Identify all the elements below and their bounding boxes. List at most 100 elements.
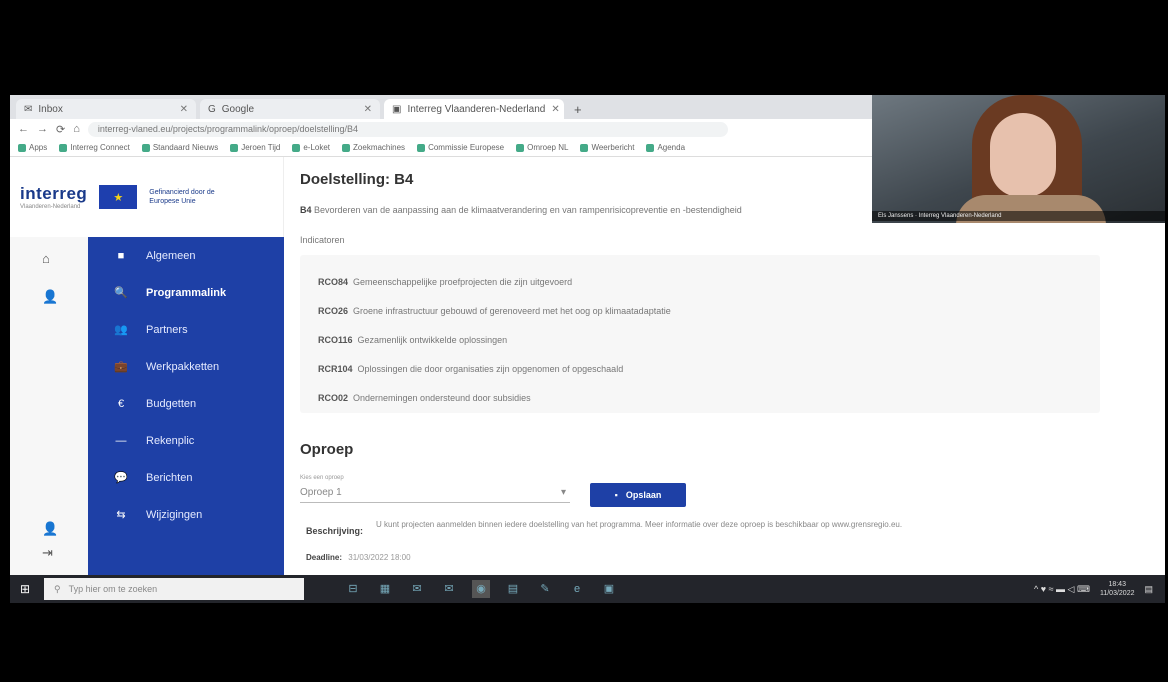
bookmark-icon	[230, 143, 239, 152]
outlook-icon[interactable]: ✉	[440, 580, 458, 598]
tab-label: Interreg Vlaanderen-Nederland	[407, 103, 546, 115]
indicator-code: RCO84	[318, 276, 349, 287]
nav-item-label: Budgetten	[146, 397, 197, 410]
message-icon: 💬	[114, 472, 128, 484]
euro-icon: €	[117, 397, 125, 410]
bookmark-item[interactable]: Standaard Nieuws	[141, 143, 218, 152]
browser-tab-active[interactable]: ▣ Interreg Vlaanderen-Nederland ✕	[384, 99, 564, 119]
call-select[interactable]: Oproep 1 ▾	[300, 483, 570, 503]
indicator-code: RCO26	[318, 305, 349, 316]
bookmark-item[interactable]: Commissie Europese	[417, 143, 504, 152]
home-icon[interactable]: ⌂	[73, 123, 80, 135]
excel-icon[interactable]: ▤	[504, 580, 522, 598]
back-icon[interactable]: ←	[18, 123, 29, 135]
bookmark-item[interactable]: Omroep NL	[516, 143, 568, 152]
browser-tab[interactable]: G Google ✕	[200, 99, 380, 119]
bookmark-icon	[59, 143, 68, 152]
section-title-oproep: Oproep	[300, 441, 354, 458]
nav-item-algemeen[interactable]: ■ Algemeen	[88, 237, 284, 274]
logo-area: interreg Vlaanderen-Nederland ★ Gefinanc…	[10, 157, 284, 237]
logo-word: interreg	[20, 184, 88, 203]
folder-icon: ■	[117, 249, 125, 262]
tray-icons[interactable]: ^ ♥ ≈ ▬ ◁ ⌨	[1034, 584, 1090, 595]
call-select-label: Kies een oproep	[300, 475, 344, 481]
bookmark-icon	[580, 143, 589, 152]
taskbar-search[interactable]: ⚲ Typ hier om te zoeken	[44, 578, 304, 600]
edge-icon[interactable]: e	[568, 580, 586, 598]
call-select-value: Oproep 1	[300, 487, 342, 498]
close-icon[interactable]: ✕	[551, 104, 559, 115]
nav-item-label: Programmalink	[146, 286, 227, 299]
list-item: RCO84 Gemeenschappelijke proefprojecten …	[318, 267, 1082, 296]
clock[interactable]: 18:43 11/03/2022	[1100, 580, 1135, 598]
eu-flag-icon: ★	[99, 185, 138, 209]
task-view-icon[interactable]: ⊟	[344, 580, 362, 598]
nav-item-wijzigingen[interactable]: ⇆ Wijzigingen	[88, 496, 284, 533]
users-icon[interactable]: 👤	[42, 289, 58, 305]
bookmark-item[interactable]: Interreg Connect	[59, 143, 130, 152]
bookmark-item[interactable]: e-Loket	[292, 143, 330, 152]
swap-icon: ⇆	[116, 509, 126, 521]
forward-icon[interactable]: →	[37, 123, 48, 135]
nav-item-label: Berichten	[146, 471, 193, 484]
mail-icon[interactable]: ✉	[408, 580, 426, 598]
reload-icon[interactable]: ⟳	[56, 123, 65, 136]
save-button-label: Opslaan	[625, 490, 662, 500]
new-tab-button[interactable]: +	[568, 102, 588, 119]
pen-icon[interactable]: ✎	[536, 580, 554, 598]
save-icon: ▪	[614, 490, 618, 500]
indicator-text: Oplossingen die door organisaties zijn o…	[357, 363, 624, 374]
goal-description: B4 Bevorderen van de aanpassing aan de k…	[300, 205, 742, 215]
bookmark-icon	[516, 143, 525, 152]
nav-item-budgetten[interactable]: € Budgetten	[88, 385, 284, 422]
tab-favicon-icon: G	[208, 103, 216, 115]
search-icon: 🔍	[114, 287, 128, 299]
browser-tab[interactable]: ✉ Inbox ✕	[16, 99, 196, 119]
tab-favicon-icon: ▣	[392, 103, 402, 115]
close-icon[interactable]: ✕	[180, 104, 188, 115]
address-bar[interactable]: interreg-vlaned.eu/projects/programmalin…	[87, 121, 728, 137]
nav-item-label: Rekenplic	[146, 434, 195, 447]
nav-item-berichten[interactable]: 💬 Berichten	[88, 459, 284, 496]
bookmark-item[interactable]: Jeroen Tijd	[230, 143, 280, 152]
bookmark-icon	[292, 143, 301, 152]
indicator-text: Ondernemingen ondersteund door subsidies	[353, 392, 531, 403]
windows-start-icon[interactable]: ⊞	[10, 582, 40, 596]
goal-code: B4	[300, 205, 312, 215]
app-icon[interactable]: ▣	[600, 580, 618, 598]
interreg-logo[interactable]: interreg Vlaanderen-Nederland	[20, 184, 87, 210]
nav-item-partners[interactable]: 👥 Partners	[88, 311, 284, 348]
nav-item-label: Algemeen	[146, 249, 196, 262]
nav-item-programmalink[interactable]: 🔍 Programmalink	[88, 274, 284, 311]
clock-date: 11/03/2022	[1099, 590, 1135, 597]
indicator-text: Groene infrastructuur gebouwd of gerenov…	[353, 305, 671, 316]
icon-sidebar: ⌂ 👤 👤 ⇥	[10, 237, 88, 575]
notification-icon[interactable]: ▤	[1144, 584, 1153, 595]
webcam-overlay: Els Janssens · Interreg Vlaanderen-Neder…	[872, 95, 1165, 223]
close-icon[interactable]: ✕	[364, 104, 372, 115]
taskbar-apps: ⊟ ▦ ✉ ✉ ◉ ▤ ✎ e ▣	[344, 580, 618, 598]
nav-item-rekenplic[interactable]: — Rekenplic	[88, 422, 284, 459]
indicator-text: Gemeenschappelijke proefprojecten die zi…	[353, 276, 573, 287]
indicator-text: Gezamenlijk ontwikkelde oplossingen	[357, 334, 508, 345]
bookmark-item[interactable]: Agenda	[646, 143, 685, 152]
indicators-label: Indicatoren	[300, 235, 345, 245]
taskbar-search-placeholder: Typ hier om te zoeken	[68, 584, 158, 594]
file-explorer-icon[interactable]: ▦	[376, 580, 394, 598]
bookmark-item[interactable]: Apps	[18, 143, 47, 152]
bookmark-item[interactable]: Zoekmachines	[342, 143, 405, 152]
indicator-code: RCO116	[318, 334, 353, 345]
nav-item-werkpakketten[interactable]: 💼 Werkpakketten	[88, 348, 284, 385]
logout-icon[interactable]: ⇥	[42, 545, 53, 561]
webcam-caption: Els Janssens · Interreg Vlaanderen-Neder…	[872, 211, 1165, 221]
bookmark-icon	[18, 143, 26, 152]
save-button[interactable]: ▪ Opslaan	[590, 483, 686, 507]
indicator-code: RCR104	[318, 363, 353, 374]
project-nav: ■ Algemeen 🔍 Programmalink 👥 Partners 💼 …	[88, 237, 284, 575]
deadline: Deadline: 31/03/2022 18:00	[306, 553, 411, 562]
home-icon[interactable]: ⌂	[42, 251, 50, 266]
account-icon[interactable]: 👤	[42, 521, 58, 537]
bookmark-item[interactable]: Weerbericht	[580, 143, 634, 152]
chrome-icon[interactable]: ◉	[472, 580, 490, 598]
chevron-down-icon: ▾	[560, 487, 566, 498]
